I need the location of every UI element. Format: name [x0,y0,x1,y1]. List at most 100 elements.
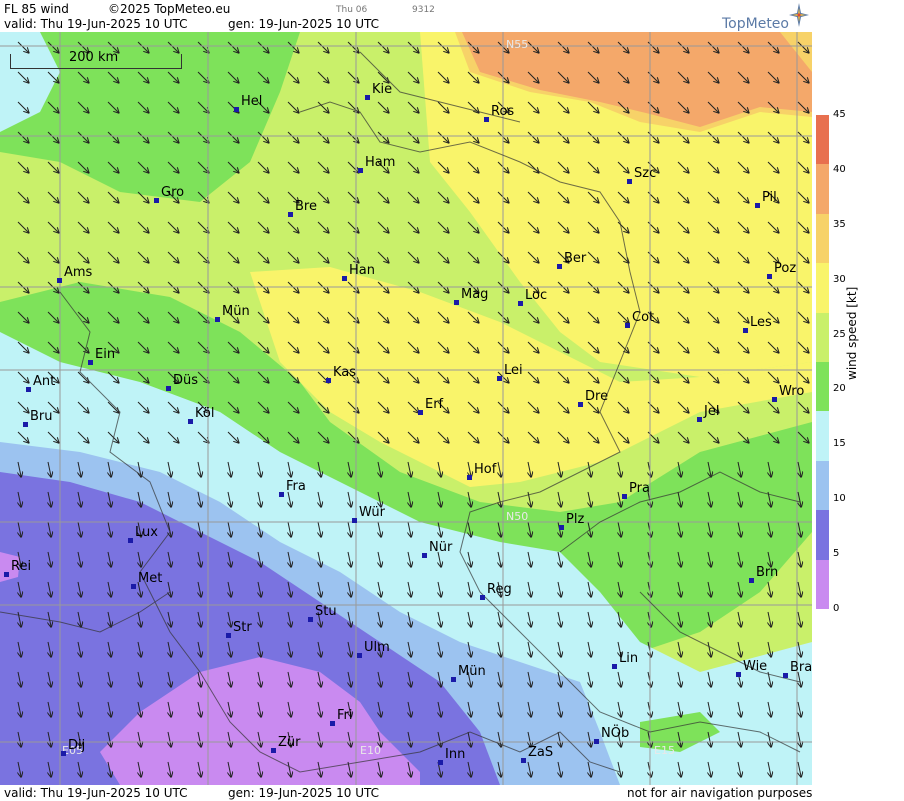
grid-label-n55: N55 [506,38,529,51]
city-name: Kie [372,82,393,97]
city-dot-icon [697,417,702,422]
copyright-text: ©2025 TopMeteo.eu [108,2,231,16]
city-name: Ams [64,265,93,280]
city-dot-icon [627,179,632,184]
city-dot-icon [357,653,362,658]
city-name: Bru [30,409,53,424]
legend-tick-label: 15 [833,438,846,450]
city-dot-icon [484,117,489,122]
city-name: Dre [585,389,609,404]
grid-label-e15: E15 [654,744,675,757]
city-name: Rei [11,559,32,574]
city-name: Lei [504,363,523,378]
valid-time-header: valid: Thu 19-Jun-2025 10 UTC [4,17,188,31]
city-dot-icon [342,276,347,281]
grid-label-n50: N50 [506,510,529,523]
city-name: Kas [333,365,357,380]
city-dot-icon [131,584,136,589]
legend-color-step [816,411,829,462]
legend-color-step [816,362,829,412]
city-dot-icon [188,419,193,424]
city-dot-icon [234,107,239,112]
city-dot-icon [743,328,748,333]
legend-colorbar [816,115,829,610]
city-name: Fri [337,708,353,723]
city-dot-icon [365,95,370,100]
city-dot-icon [736,672,741,677]
city-dot-icon [61,751,66,756]
city-dot-icon [622,494,627,499]
scale-bar: 200 km [10,50,182,69]
city-dot-icon [271,748,276,753]
legend-color-step [816,213,829,264]
city-name: Wie [743,659,768,674]
city-name: Met [138,571,163,586]
city-name: Poz [774,261,797,276]
city-name: Mün [222,304,250,319]
legend-color-step [816,510,829,561]
city-dot-icon [578,402,583,407]
legend-color-step [816,115,829,165]
city-dot-icon [128,538,133,543]
city-dot-icon [749,578,754,583]
gen-time-footer: gen: 19-Jun-2025 10 UTC [228,786,380,800]
city-name: ZaS [528,745,554,760]
legend-tick-label: 40 [833,163,846,175]
city-name: Mün [458,664,486,679]
city-name: Hof [474,462,497,477]
city-name: Erf [425,397,444,412]
legend-tick-label: 45 [833,109,846,120]
city-dot-icon [166,386,171,391]
legend-tick-label: 35 [833,218,846,230]
city-name: Stu [315,604,337,619]
legend-axis-label: wind speed [kt] [845,286,859,380]
small-code-text: 9312 [412,5,435,15]
city-name: Bre [295,199,317,214]
legend-tick-label: 0 [833,603,840,614]
city-name: Hel [241,94,263,109]
city-name: Lin [619,651,639,666]
city-name: Pra [629,481,650,496]
map-title: FL 85 wind [4,2,69,16]
city-name: Köl [195,406,215,421]
city-dot-icon [467,475,472,480]
city-dot-icon [326,378,331,383]
city-dot-icon [279,492,284,497]
city-dot-icon [557,264,562,269]
valid-time-footer: valid: Thu 19-Jun-2025 10 UTC [4,786,188,800]
city-dot-icon [352,518,357,523]
city-name: Cot [632,310,655,325]
city-dot-icon [23,422,28,427]
legend-tick-label: 5 [833,548,840,560]
city-name: Wür [359,505,385,520]
city-name: Ulm [364,640,390,655]
city-dot-icon [518,301,523,306]
city-name: Zür [278,735,301,750]
grid-label-e10: E10 [360,744,381,757]
wind-map[interactable]: 200 km N55 N50 E05 E10 E15 Kie Hel Ros Ham S… [0,32,812,785]
city-name: Lux [135,525,158,540]
legend-color-step [816,263,829,314]
disclaimer-text: not for air navigation purposes [627,786,813,800]
city-name: Inn [445,747,466,762]
city-name: Ros [491,104,515,119]
city-name: Mag [461,287,489,302]
city-dot-icon [308,617,313,622]
city-dot-icon [625,323,630,328]
city-name: Dij [68,738,86,753]
legend-tick-label: 20 [833,383,846,395]
city-name: Ein [95,347,116,362]
city-name: Düs [173,373,199,388]
city-dot-icon [480,595,485,600]
city-dot-icon [4,572,9,577]
city-name: Loc [525,288,548,303]
city-dot-icon [438,760,443,765]
city-dot-icon [422,553,427,558]
city-dot-icon [88,360,93,365]
wind-speed-legend: 45 40 35 30 25 20 15 10 5 0 wind speed [kt] [812,0,904,801]
city-name: Plz [566,512,585,527]
legend-tick-label: 25 [833,328,846,340]
city-dot-icon [612,664,617,669]
legend-color-step [816,312,829,363]
city-name: Ant [33,374,56,389]
